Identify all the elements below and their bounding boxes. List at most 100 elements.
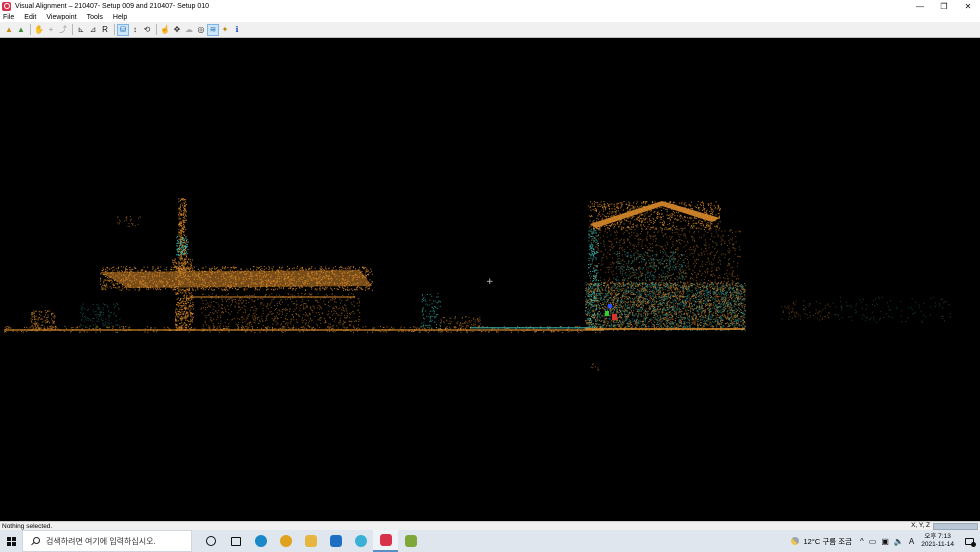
taskbar-apps [198,530,423,552]
input-language-icon[interactable]: A [909,537,914,546]
left-tower-base [175,288,194,331]
title-bar: Visual Alignment – 210407- Setup 009 and… [0,0,980,12]
search-icon [31,536,40,546]
system-tray: 12°C 구름 조금 ^ ▭ ▣ 🔈 A 오후 7:13 2021-11-14 [791,530,980,552]
right-mid-cyan [615,250,686,281]
notification-icon [964,537,976,547]
chrome-button[interactable] [273,530,298,552]
axis-xy-icon[interactable]: ⊾ [76,25,86,35]
pan-icon[interactable]: ✥ [172,25,182,35]
toolbar-separator [30,24,31,35]
link-icon[interactable]: ⤴ [58,25,68,35]
hand-tool-icon[interactable]: ✋ [34,25,44,35]
windows-logo-icon [6,536,16,546]
cloud-icon[interactable]: ☁ [184,25,194,35]
left-rail [190,296,355,298]
weather-widget[interactable]: 12°C 구름 조금 [791,536,852,547]
paint-icon [404,535,417,547]
visual-alignment-taskbar-button[interactable] [373,530,398,552]
close-button[interactable]: ✕ [956,0,980,12]
coordinate-readout [933,523,978,530]
far-right-cyan-points [832,296,951,323]
top-view-icon[interactable]: ⛁ [117,23,129,36]
right-base-line [585,328,745,330]
vertical-move-icon[interactable]: ↕ [130,25,140,35]
left-ramp-points [80,303,121,330]
restore-button[interactable]: ❐ [932,0,956,12]
clock-date: 2021-11-14 [921,541,954,548]
toolbar-separator [72,24,73,35]
axis-xz-icon[interactable]: ⊿ [88,25,98,35]
axis-x-marker [612,314,617,320]
viewport-cursor: + [486,277,494,287]
info-icon[interactable]: ℹ [232,25,242,35]
toolbar: ▲ ▲ ✋ + ⤴ ⊾ ⊿ R ⛁ ↕ ⟲ ☝ ✥ ☁ ◎ ≋ ✦ ℹ [0,22,980,38]
weather-text: 12°C 구름 조금 [803,536,853,546]
edge-button[interactable] [248,530,273,552]
export-scan-icon[interactable]: ▲ [16,25,26,35]
status-bar: Nothing selected. X, Y, Z [0,521,980,530]
app-logo-icon [2,1,11,11]
notification-center-button[interactable] [962,530,976,552]
menu-edit[interactable]: Edit [24,14,36,21]
status-text: Nothing selected. [2,522,53,530]
axis-z-marker [608,304,612,308]
settings-icon[interactable]: ✦ [220,25,230,35]
rotate-view-icon[interactable]: ⟲ [142,25,152,35]
far-right-points [781,300,831,321]
left-car-points [440,316,481,329]
below-points [590,363,600,371]
right-upper-wall-points [590,228,741,289]
point-cloud-canvas[interactable]: + [0,38,980,521]
mail-icon [329,535,342,547]
network-icon[interactable]: ▣ [881,537,889,546]
edge-icon [254,535,267,547]
clock-time: 오후 7:13 [924,533,951,540]
menu-viewpoint[interactable]: Viewpoint [46,14,76,21]
tray-expand-icon[interactable]: ^ [860,537,864,546]
photos-button[interactable] [348,530,373,552]
taskbar-search-box[interactable]: 검색하려면 여기에 입력하십시오. [22,530,192,552]
file-explorer-icon [304,535,317,547]
battery-icon[interactable]: ▭ [869,537,877,546]
taskbar-clock[interactable]: 오후 7:13 2021-11-14 [921,533,954,549]
menu-file[interactable]: File [3,14,14,21]
chrome-icon [279,535,292,547]
search-placeholder: 검색하려면 여기에 입력하십시오. [46,536,156,546]
reset-icon[interactable]: R [100,25,110,35]
photos-icon [354,535,367,547]
ground-line-cyan [470,327,590,329]
menu-help[interactable]: Help [113,14,127,21]
windows-taskbar: 검색하려면 여기에 입력하십시오. 12°C 구름 조금 ^ ▭ ▣ 🔈 A 오… [0,530,980,552]
file-explorer-button[interactable] [298,530,323,552]
volume-icon[interactable]: 🔈 [894,537,904,546]
window-title: Visual Alignment – 210407- Setup 009 and… [15,2,210,10]
window-controls: — ❐ ✕ [908,0,980,12]
menu-bar: File Edit Viewpoint Tools Help [0,12,980,22]
import-scan-icon[interactable]: ▲ [4,25,14,35]
point-cloud-viewport[interactable]: + [0,38,980,521]
menu-tools[interactable]: Tools [87,14,103,21]
minimize-button[interactable]: — [908,0,932,12]
paint-button[interactable] [398,530,423,552]
select-icon[interactable]: ☝ [160,25,170,35]
left-structure-points [200,293,361,330]
cortana-button[interactable] [198,530,223,552]
toolbar-separator [114,24,115,35]
light-pole-points [420,293,441,329]
coordinate-label: X, Y, Z [911,522,930,529]
right-left-wall-cyan [588,228,599,329]
cortana-icon [205,536,216,546]
add-point-icon[interactable]: + [46,25,56,35]
task-view-icon [230,536,241,546]
layers-icon[interactable]: ≋ [207,23,219,36]
visual-alignment-taskbar-icon [379,534,392,546]
toolbar-separator [156,24,157,35]
left-sign-points [117,216,141,227]
axis-y-marker [605,311,609,316]
mail-button[interactable] [323,530,348,552]
task-view-button[interactable] [223,530,248,552]
orbit-icon[interactable]: ◎ [196,25,206,35]
weather-icon [791,537,800,545]
start-button[interactable] [0,530,22,552]
